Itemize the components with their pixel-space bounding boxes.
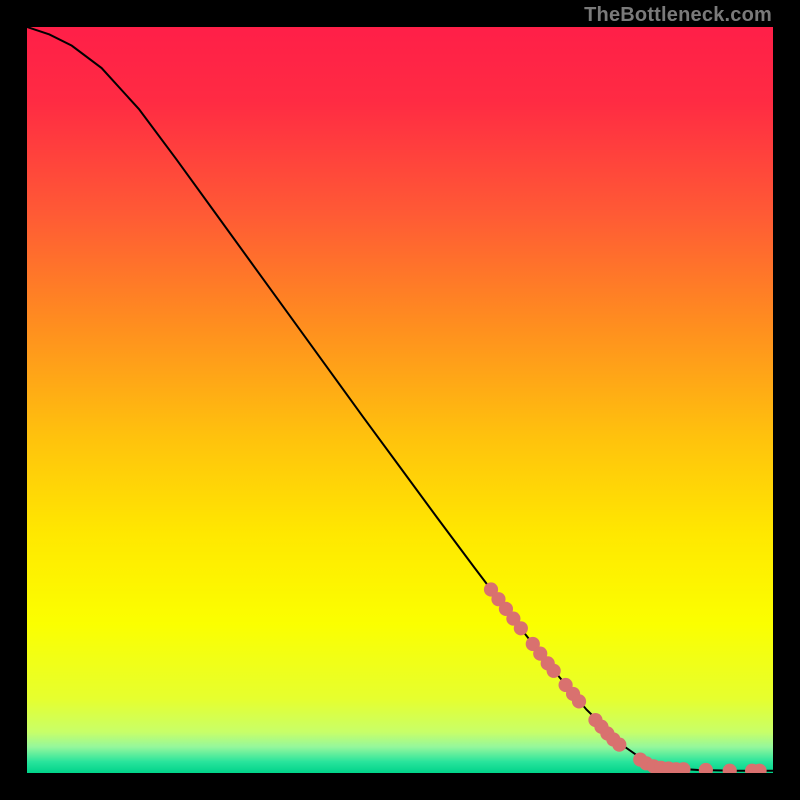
chart-frame: TheBottleneck.com [0,0,800,800]
marker-dot [612,738,626,752]
marker-dot [514,621,528,635]
plot-area [27,27,773,773]
gradient-background [27,27,773,773]
marker-dot [547,664,561,678]
marker-dot [572,694,586,708]
chart-svg [27,27,773,773]
attribution-text: TheBottleneck.com [584,4,772,27]
